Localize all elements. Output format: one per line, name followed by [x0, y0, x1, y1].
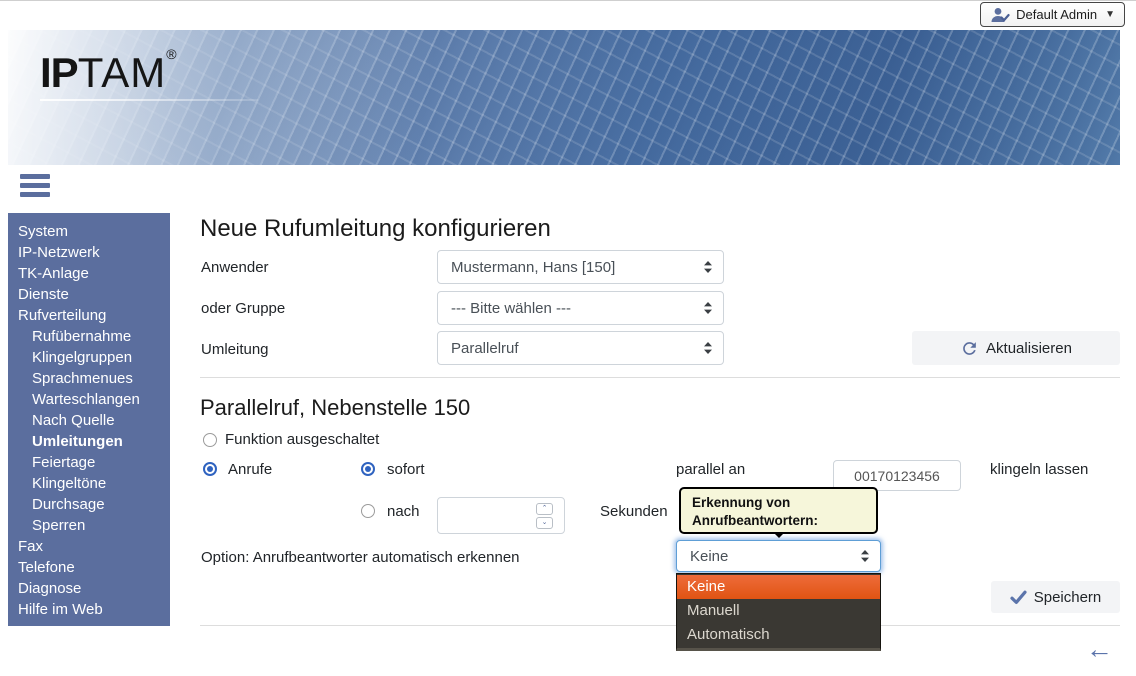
refresh-button[interactable]: Aktualisieren: [912, 331, 1120, 365]
refresh-icon: [960, 339, 979, 358]
back-arrow-icon[interactable]: ←: [1086, 636, 1113, 663]
gruppe-label: oder Gruppe: [201, 300, 285, 317]
radio-sofort-label: sofort: [387, 461, 425, 478]
sidebar-item-system[interactable]: System: [8, 221, 170, 242]
sidebar-item-klingeltoene[interactable]: Klingeltöne: [8, 473, 170, 494]
sidebar-item-ip-netzwerk[interactable]: IP-Netzwerk: [8, 242, 170, 263]
anrufbeantworter-select[interactable]: Keine: [676, 540, 881, 572]
radio-nach[interactable]: [361, 504, 375, 518]
chevron-down-icon: ▼: [1105, 9, 1115, 20]
sidebar-item-rufverteilung[interactable]: Rufverteilung: [8, 305, 170, 326]
sidebar-item-hilfe-im-web[interactable]: Hilfe im Web: [8, 599, 170, 620]
iptam-logo: IPTAM®: [40, 46, 258, 101]
sidebar-item-nach-quelle[interactable]: Nach Quelle: [8, 410, 170, 431]
user-check-icon: [990, 7, 1010, 23]
radio-nach-label: nach: [387, 503, 420, 520]
klingeln-lassen-label: klingeln lassen: [990, 461, 1088, 478]
option-label: Option: Anrufbeantworter automatisch erk…: [201, 549, 520, 566]
radio-funktion-ausgeschaltet[interactable]: [203, 433, 217, 447]
header-banner: IPTAM®: [8, 30, 1120, 165]
gruppe-select[interactable]: --- Bitte wählen ---: [437, 291, 724, 325]
sidebar-item-fax[interactable]: Fax: [8, 536, 170, 557]
spinner-up-icon[interactable]: ⌃: [536, 503, 553, 515]
sidebar-item-rufuebernahme[interactable]: Rufübernahme: [8, 326, 170, 347]
radio-sofort[interactable]: [361, 462, 375, 476]
user-menu-button[interactable]: Default Admin ▼: [980, 2, 1125, 27]
spinner-down-icon[interactable]: ⌄: [536, 517, 553, 529]
sidebar-item-umleitungen[interactable]: Umleitungen: [8, 431, 170, 452]
top-border-line: [0, 0, 1136, 1]
sekunden-label: Sekunden: [600, 503, 668, 520]
select-updown-icon: [703, 341, 713, 355]
divider: [200, 625, 1120, 626]
parallel-an-label: parallel an: [676, 461, 745, 478]
menu-toggle-icon[interactable]: [20, 174, 50, 201]
divider: [200, 377, 1120, 378]
dropdown-option-automatisch[interactable]: Automatisch: [677, 623, 880, 647]
logo-underline: [40, 99, 258, 101]
registered-mark: ®: [166, 46, 177, 62]
user-menu-label: Default Admin: [1016, 7, 1097, 22]
checkmark-icon: [1010, 590, 1027, 605]
anwender-select[interactable]: Mustermann, Hans [150]: [437, 250, 724, 284]
sidebar-item-telefone[interactable]: Telefone: [8, 557, 170, 578]
seconds-spinner: ⌃ ⌄: [536, 503, 553, 529]
sidebar-item-klingelgruppen[interactable]: Klingelgruppen: [8, 347, 170, 368]
select-updown-icon: [860, 549, 870, 563]
radio-anrufe[interactable]: [203, 462, 217, 476]
umleitung-select[interactable]: Parallelruf: [437, 331, 724, 365]
section-title: Parallelruf, Nebenstelle 150: [200, 395, 470, 421]
select-updown-icon: [703, 301, 713, 315]
tooltip-erkennung: Erkennung von Anrufbeantwortern:: [679, 487, 878, 534]
radio-anrufe-label: Anrufe: [228, 461, 272, 478]
select-updown-icon: [703, 260, 713, 274]
anwender-label: Anwender: [201, 259, 269, 276]
sidebar-item-dienste[interactable]: Dienste: [8, 284, 170, 305]
radio-funktion-ausgeschaltet-label: Funktion ausgeschaltet: [225, 431, 379, 448]
page-title: Neue Rufumleitung konfigurieren: [200, 215, 551, 243]
sidebar-item-sperren[interactable]: Sperren: [8, 515, 170, 536]
sidebar-item-tk-anlage[interactable]: TK-Anlage: [8, 263, 170, 284]
sidebar-item-warteschlangen[interactable]: Warteschlangen: [8, 389, 170, 410]
sidebar-item-feiertage[interactable]: Feiertage: [8, 452, 170, 473]
dropdown-option-keine[interactable]: Keine: [677, 575, 880, 599]
anrufbeantworter-dropdown-list: Keine Manuell Automatisch: [676, 573, 881, 651]
sidebar-item-diagnose[interactable]: Diagnose: [8, 578, 170, 599]
sidebar-nav: System IP-Netzwerk TK-Anlage Dienste Ruf…: [8, 213, 170, 626]
sidebar-item-durchsage[interactable]: Durchsage: [8, 494, 170, 515]
save-button[interactable]: Speichern: [991, 581, 1120, 613]
umleitung-label: Umleitung: [201, 341, 269, 358]
sidebar-item-sprachmenues[interactable]: Sprachmenues: [8, 368, 170, 389]
dropdown-option-manuell[interactable]: Manuell: [677, 599, 880, 623]
